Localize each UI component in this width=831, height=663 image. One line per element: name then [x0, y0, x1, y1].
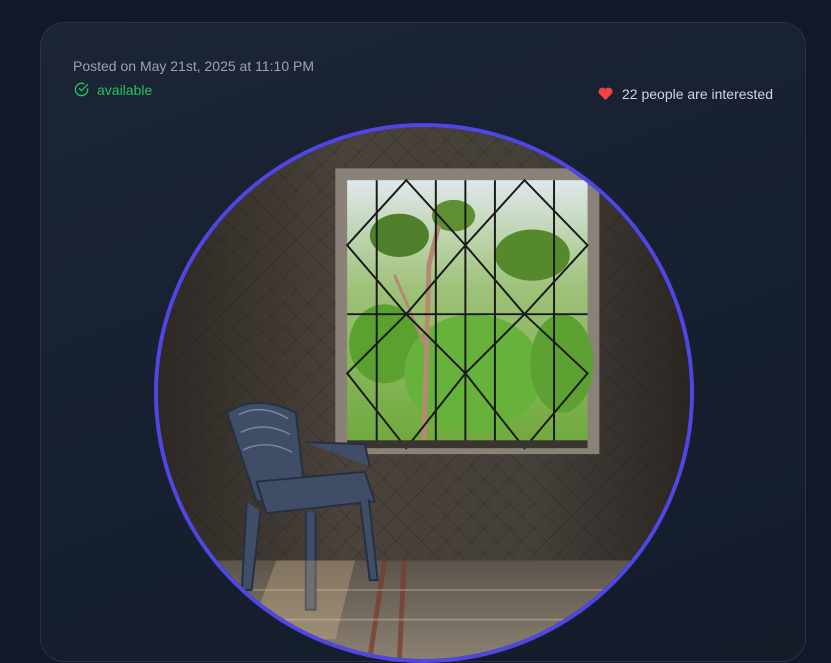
posted-date: Posted on May 21st, 2025 at 11:10 PM — [73, 58, 315, 74]
listing-card: Posted on May 21st, 2025 at 11:10 PM ava… — [40, 22, 806, 663]
check-circle-icon — [73, 81, 90, 98]
heart-icon[interactable] — [597, 85, 614, 102]
interest-count[interactable]: 22 people are interested — [597, 85, 773, 102]
status-badge: available — [73, 81, 152, 98]
listing-photo — [154, 123, 694, 663]
interest-label: 22 people are interested — [622, 85, 773, 102]
status-label: available — [97, 81, 153, 98]
